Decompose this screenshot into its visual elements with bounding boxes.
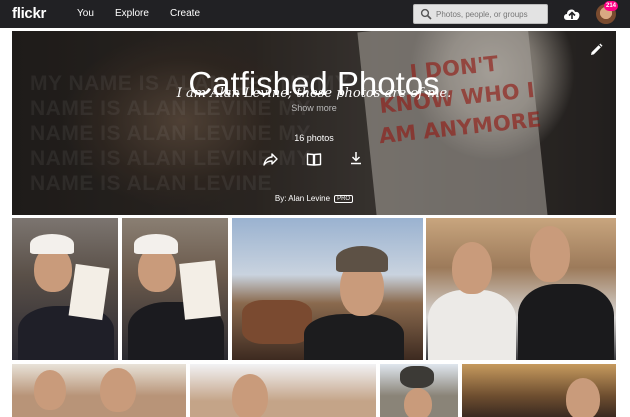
download-icon[interactable] [348, 150, 364, 166]
flickr-logo[interactable]: flickr [12, 5, 46, 22]
nav-explore-link[interactable]: Explore [115, 8, 149, 19]
show-more-link[interactable]: Show more [12, 103, 616, 113]
photo-beanie [336, 246, 388, 272]
photo-figure-body [304, 314, 404, 360]
search-icon [420, 8, 432, 20]
photo-sign [68, 263, 110, 321]
photo-drawing [179, 260, 221, 320]
album-byline: By: Alan Levine PRO [12, 194, 616, 203]
top-nav: flickr You Explore Create 214 [0, 0, 630, 28]
photo-man-red-cap-holding-drawing[interactable] [122, 218, 228, 360]
photo-figure-cap [134, 234, 178, 254]
nav-you-link[interactable]: You [77, 8, 94, 19]
edit-pencil-icon[interactable] [589, 43, 603, 57]
search-input[interactable] [436, 7, 544, 21]
share-icon[interactable] [262, 151, 278, 167]
album-description: I am Alan Levine; these photos are of me… [176, 86, 452, 101]
photo-figure-head [232, 374, 268, 417]
photo-figure-head [404, 388, 432, 417]
photo-figure-head [452, 242, 492, 294]
nav-create-link[interactable]: Create [170, 8, 200, 19]
slideshow-book-icon[interactable] [306, 151, 322, 167]
photo-figure-body [428, 290, 516, 360]
search-box[interactable] [413, 4, 548, 24]
photo-man-street[interactable] [462, 364, 616, 417]
photo-object [400, 366, 434, 388]
photo-figure-cap [30, 234, 74, 254]
album-header: MY NAME IS ALAN LEVINE MY NAME IS ALAN L… [12, 31, 616, 215]
user-menu[interactable]: 214 [596, 1, 619, 24]
photo-figure-body [518, 284, 614, 360]
photo-two-men-lanyards[interactable] [426, 218, 616, 360]
photo-man-holding-object[interactable] [380, 364, 458, 417]
photo-figure-head [34, 370, 66, 410]
hero-overlay [12, 31, 616, 215]
photo-figure-head [566, 378, 600, 417]
photo-horse [242, 300, 312, 344]
photo-figure-head [100, 368, 136, 412]
photo-count: 16 photos [294, 133, 334, 143]
author-link[interactable]: By: Alan Levine [275, 194, 330, 203]
photo-boy-and-man[interactable] [12, 364, 186, 417]
notification-badge[interactable]: 214 [604, 1, 619, 11]
photo-man-beanie-horses[interactable] [232, 218, 423, 360]
pro-badge: PRO [334, 195, 354, 203]
photo-figure-head [530, 226, 570, 282]
photo-man-red-cap-holding-sign[interactable] [12, 218, 118, 360]
photo-man-bright-background[interactable] [190, 364, 376, 417]
upload-cloud-icon[interactable] [562, 6, 582, 22]
